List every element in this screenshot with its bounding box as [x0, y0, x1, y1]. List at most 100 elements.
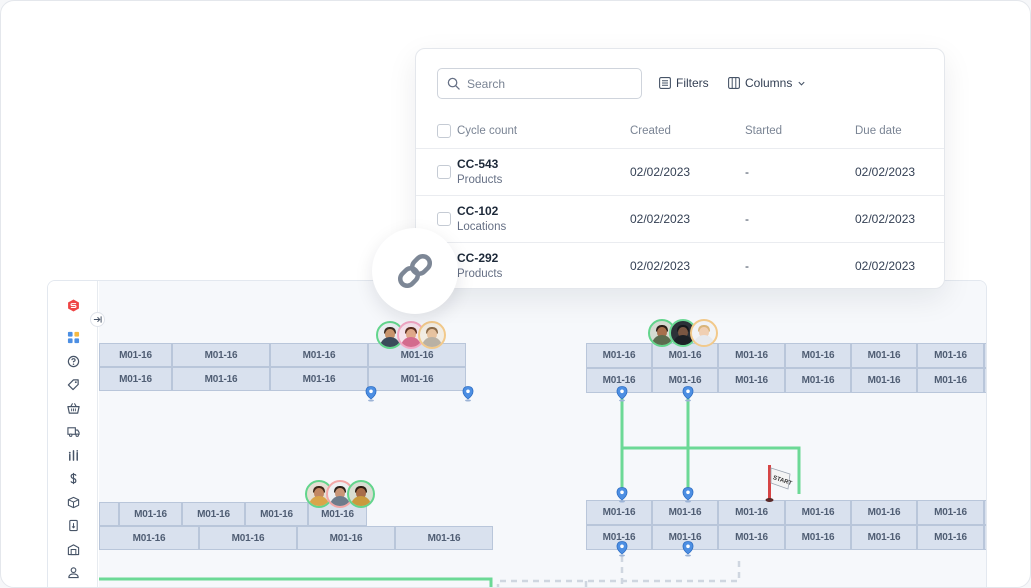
shelf-location[interactable]: M01-16: [917, 525, 984, 550]
shelf-location[interactable]: M01-16: [395, 526, 493, 550]
shelf-location[interactable]: M01-16: [270, 367, 368, 391]
shelf-location[interactable]: [984, 500, 986, 525]
columns-icon: [728, 77, 740, 89]
shelf-location[interactable]: M01-16: [172, 343, 270, 367]
brand-logo-icon[interactable]: [61, 293, 85, 317]
location-pin-icon[interactable]: [682, 541, 694, 557]
shelf-location[interactable]: [984, 368, 986, 393]
shelf-location[interactable]: M01-16: [917, 500, 984, 525]
row-due-date: 02/02/2023: [855, 259, 916, 273]
shelf-location[interactable]: M01-16: [368, 367, 466, 391]
shelf-location[interactable]: [99, 502, 119, 526]
search-box[interactable]: [437, 68, 642, 99]
row-id[interactable]: CC-292: [457, 251, 498, 265]
shelf-location[interactable]: M01-16: [119, 502, 182, 526]
table-row[interactable]: CC-292 Products 02/02/2023 - 02/02/2023: [416, 243, 944, 288]
expand-arrow-icon[interactable]: [90, 312, 105, 327]
shelf-location[interactable]: M01-16: [785, 525, 851, 550]
select-all-checkbox[interactable]: [437, 124, 451, 138]
shelf-location[interactable]: M01-16: [785, 368, 851, 393]
shelf-location[interactable]: M01-16: [99, 367, 172, 391]
shelf-location[interactable]: M01-16: [199, 526, 297, 550]
shelf-location[interactable]: M01-16: [851, 368, 917, 393]
user-icon[interactable]: [64, 563, 82, 581]
avatar-group-1[interactable]: [376, 321, 446, 349]
shelf-location[interactable]: M01-16: [172, 367, 270, 391]
location-pin-icon[interactable]: [682, 487, 694, 503]
shelf-location[interactable]: M01-16: [297, 526, 395, 550]
row-created: 02/02/2023: [630, 212, 691, 226]
help-icon[interactable]: [64, 352, 82, 370]
filters-button[interactable]: Filters: [659, 74, 709, 92]
floor-map-canvas[interactable]: M01-16 M01-16 M01-16 M01-16 M01-16 M01-16 M01-…: [99, 281, 986, 587]
row-id[interactable]: CC-543: [457, 157, 498, 171]
screen-frame: M01-16 M01-16 M01-16 M01-16 M01-16 M01-16 M01-…: [0, 0, 1031, 588]
shelf-location[interactable]: [984, 525, 986, 550]
search-input[interactable]: [467, 76, 627, 91]
row-id[interactable]: CC-102: [457, 204, 498, 218]
link-icon: [397, 253, 433, 289]
row-started: -: [745, 212, 749, 226]
avatar[interactable]: [418, 321, 446, 349]
avatar-group-2[interactable]: [648, 319, 718, 347]
shelf-location[interactable]: M01-16: [245, 502, 308, 526]
shelf-location[interactable]: M01-16: [851, 500, 917, 525]
shelf-location[interactable]: M01-16: [851, 343, 917, 368]
shelf-location[interactable]: M01-16: [586, 343, 652, 368]
row-started: -: [745, 259, 749, 273]
columns-button[interactable]: Columns: [728, 74, 806, 92]
location-pin-icon[interactable]: [616, 541, 628, 557]
columns-label: Columns: [745, 76, 793, 90]
shelf-location[interactable]: M01-16: [652, 500, 718, 525]
shelf-location[interactable]: M01-16: [718, 368, 785, 393]
row-checkbox[interactable]: [437, 212, 451, 226]
shelf-location[interactable]: M01-16: [785, 343, 851, 368]
shelf-location[interactable]: M01-16: [917, 343, 984, 368]
location-pin-icon[interactable]: [616, 386, 628, 402]
avatar[interactable]: [347, 480, 375, 508]
dashboard-icon[interactable]: [64, 328, 82, 346]
avatar[interactable]: [690, 319, 718, 347]
table-row[interactable]: CC-543 Products 02/02/2023 - 02/02/2023: [416, 149, 944, 196]
search-icon: [447, 77, 460, 90]
column-header-created[interactable]: Created: [630, 125, 671, 137]
shelf-location[interactable]: M01-16: [182, 502, 245, 526]
shelf-location[interactable]: M01-16: [270, 343, 368, 367]
start-flag-icon[interactable]: START: [764, 465, 796, 510]
location-pin-icon[interactable]: [616, 487, 628, 503]
row-type: Products: [457, 268, 503, 280]
warehouse-map-app: M01-16 M01-16 M01-16 M01-16 M01-16 M01-16 M01-…: [47, 280, 987, 587]
shelf-location[interactable]: M01-16: [99, 526, 199, 550]
dollar-icon[interactable]: [64, 469, 82, 487]
shelf-location[interactable]: [984, 343, 986, 368]
column-header-due-date[interactable]: Due date: [855, 125, 902, 137]
shelf-location[interactable]: M01-16: [718, 343, 785, 368]
chevron-down-icon: [798, 81, 805, 86]
location-pin-icon[interactable]: [682, 386, 694, 402]
box-icon[interactable]: [64, 493, 82, 511]
tag-icon[interactable]: [64, 375, 82, 393]
truck-icon[interactable]: [64, 422, 82, 440]
row-created: 02/02/2023: [630, 259, 691, 273]
table-row[interactable]: CC-102 Locations 02/02/2023 - 02/02/2023: [416, 196, 944, 243]
shelf-location[interactable]: M01-16: [586, 500, 652, 525]
shelf-location[interactable]: M01-16: [718, 525, 785, 550]
row-started: -: [745, 165, 749, 179]
document-icon[interactable]: [64, 516, 82, 534]
row-type: Locations: [457, 221, 507, 233]
column-header-started[interactable]: Started: [745, 125, 782, 137]
basket-icon[interactable]: [64, 399, 82, 417]
location-pin-icon[interactable]: [462, 386, 474, 402]
shelf-location[interactable]: M01-16: [851, 525, 917, 550]
location-pin-icon[interactable]: [365, 386, 377, 402]
analytics-icon[interactable]: [64, 446, 82, 464]
link-button[interactable]: [372, 228, 458, 314]
filters-label: Filters: [676, 76, 709, 90]
row-checkbox[interactable]: [437, 165, 451, 179]
avatar-group-3[interactable]: [305, 480, 375, 508]
warehouse-icon[interactable]: [64, 540, 82, 558]
column-header-cycle-count[interactable]: Cycle count: [457, 125, 517, 137]
shelf-location[interactable]: M01-16: [99, 343, 172, 367]
cycle-count-table-card: Filters Columns Cycle count Created Star…: [415, 48, 945, 289]
shelf-location[interactable]: M01-16: [917, 368, 984, 393]
